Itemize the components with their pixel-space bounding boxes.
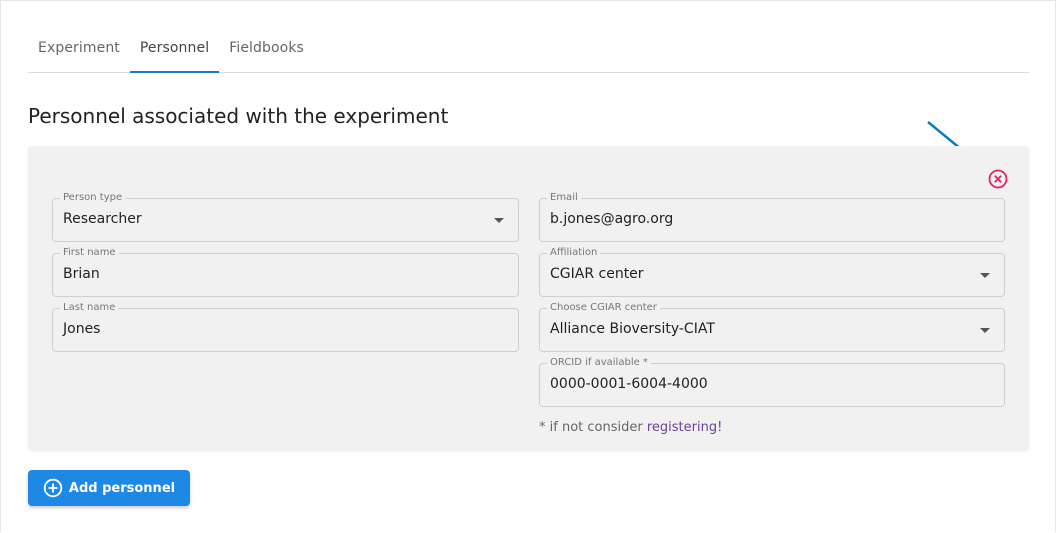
affiliation-select[interactable]: Affiliation CGIAR center (539, 246, 1005, 297)
personnel-card: Person type Researcher First name Brian … (28, 146, 1029, 449)
orcid-hint-text: * if not consider (539, 420, 647, 435)
cgiar-center-select[interactable]: Choose CGIAR center Alliance Bioversity-… (539, 301, 1005, 352)
add-personnel-label: Add personnel (68, 480, 176, 496)
register-link[interactable]: registering! (647, 420, 722, 435)
email-field[interactable]: Email b.jones@agro.org (539, 191, 1005, 242)
email-value: b.jones@agro.org (550, 211, 674, 227)
cgiar-center-label: Choose CGIAR center (547, 301, 660, 315)
orcid-value: 0000-0001-6004-4000 (550, 376, 708, 392)
first-name-field[interactable]: First name Brian (52, 246, 519, 297)
tab-bar: Experiment Personnel Fieldbooks (28, 30, 1029, 73)
last-name-label: Last name (60, 301, 119, 315)
caret-down-icon (980, 328, 990, 333)
affiliation-label: Affiliation (547, 246, 601, 260)
email-label: Email (547, 191, 581, 205)
orcid-field[interactable]: ORCID if available * 0000-0001-6004-4000 (539, 356, 1005, 407)
person-type-label: Person type (60, 191, 126, 205)
last-name-field[interactable]: Last name Jones (52, 301, 519, 352)
orcid-hint: * if not consider registering! (539, 420, 722, 435)
orcid-label: ORCID if available * (547, 356, 651, 370)
remove-personnel-close-circle-icon[interactable] (987, 168, 1009, 190)
add-personnel-button[interactable]: Add personnel (28, 470, 190, 506)
first-name-value: Brian (63, 266, 100, 282)
cgiar-center-value: Alliance Bioversity-CIAT (550, 321, 715, 337)
affiliation-value: CGIAR center (550, 266, 644, 282)
last-name-value: Jones (63, 321, 101, 337)
person-type-value: Researcher (63, 211, 142, 227)
tab-fieldbooks[interactable]: Fieldbooks (219, 30, 314, 72)
caret-down-icon (980, 273, 990, 278)
plus-circle-icon (43, 478, 63, 498)
tab-personnel[interactable]: Personnel (129, 30, 220, 73)
tab-experiment[interactable]: Experiment (28, 30, 130, 72)
first-name-label: First name (60, 246, 119, 260)
section-title: Personnel associated with the experiment (28, 104, 449, 128)
person-type-select[interactable]: Person type Researcher (52, 191, 519, 242)
caret-down-icon (494, 218, 504, 223)
